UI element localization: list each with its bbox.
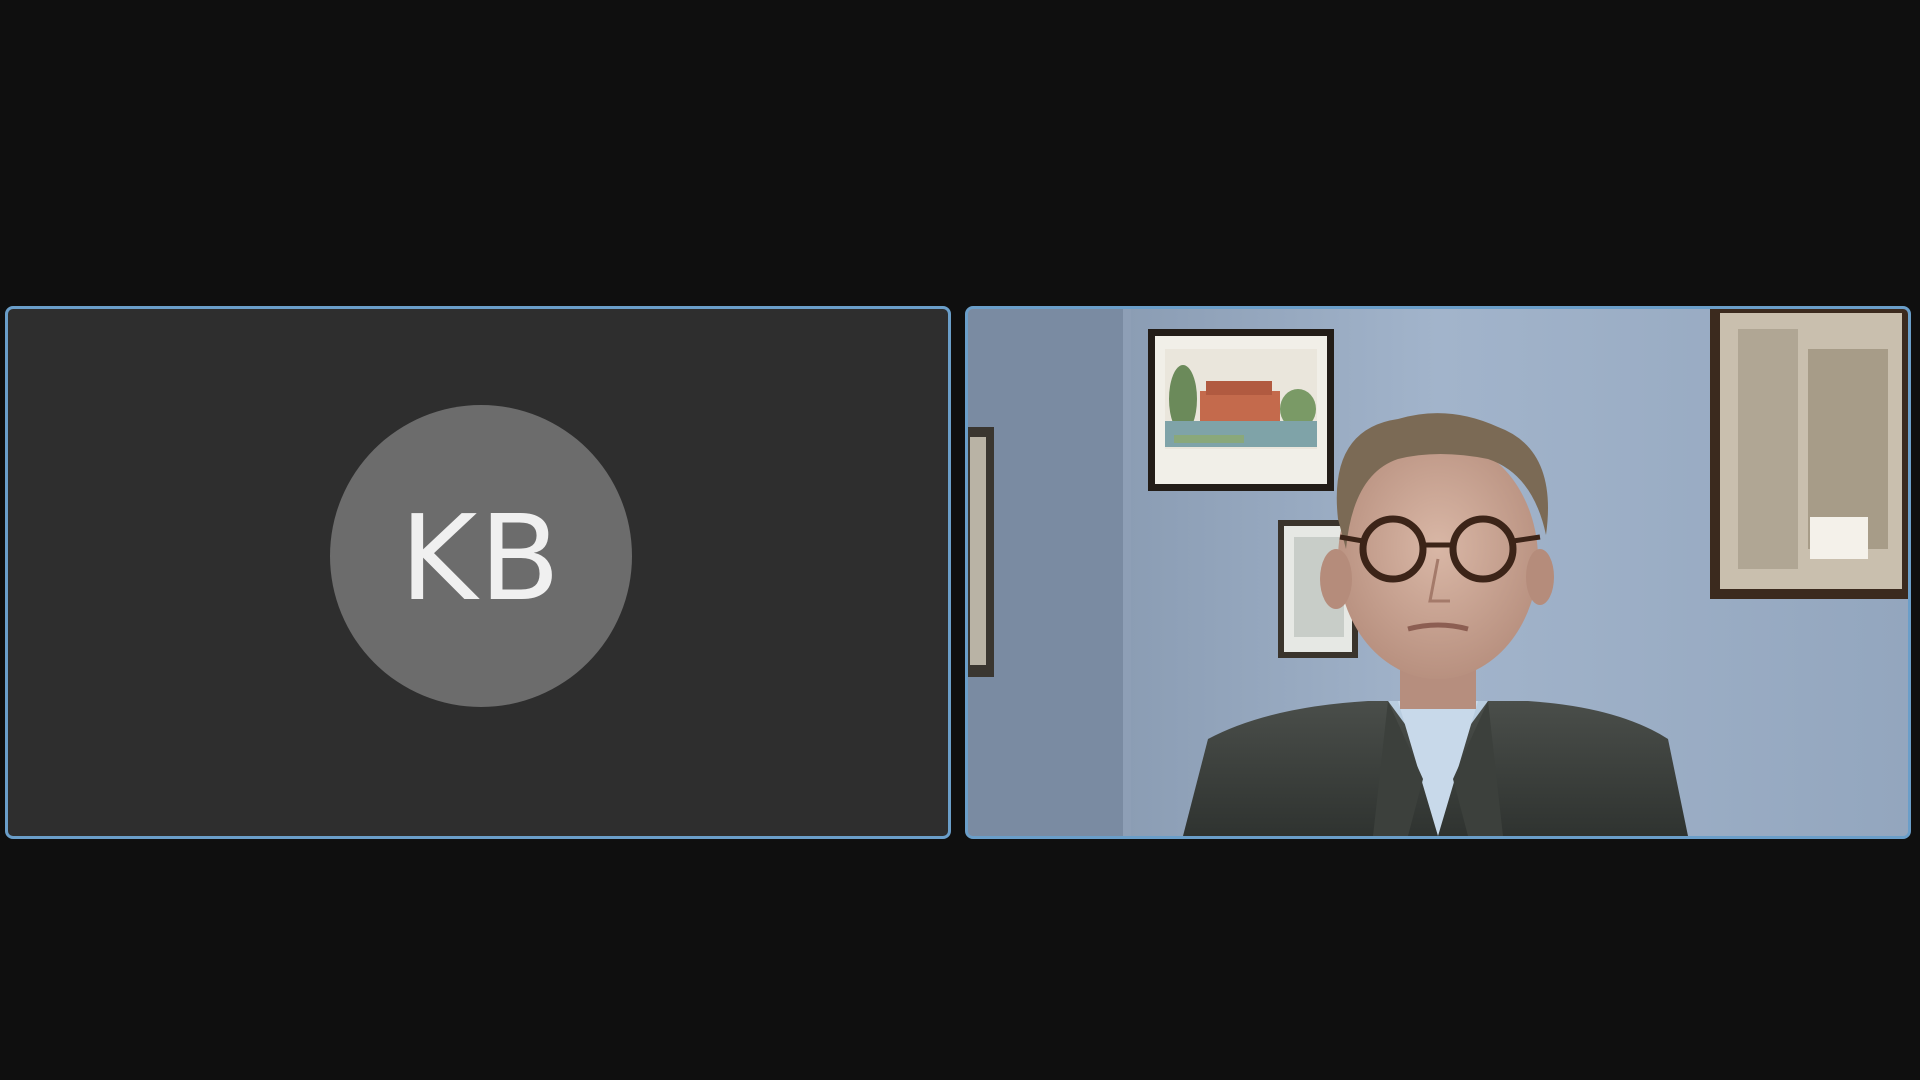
left-edge-frame-inner — [970, 437, 986, 665]
wall-edge — [1123, 309, 1131, 836]
right-framed-picture — [1710, 309, 1908, 599]
avatar-initials: KB — [399, 489, 563, 627]
avatar: KB — [330, 405, 632, 707]
participant-tile-kb[interactable]: KB — [5, 306, 951, 839]
participant-tile-video[interactable] — [965, 306, 1911, 839]
framed-watercolor-picture — [1148, 329, 1334, 491]
participant-video-feed — [968, 309, 1908, 836]
video-call-stage: KB — [0, 0, 1920, 1080]
